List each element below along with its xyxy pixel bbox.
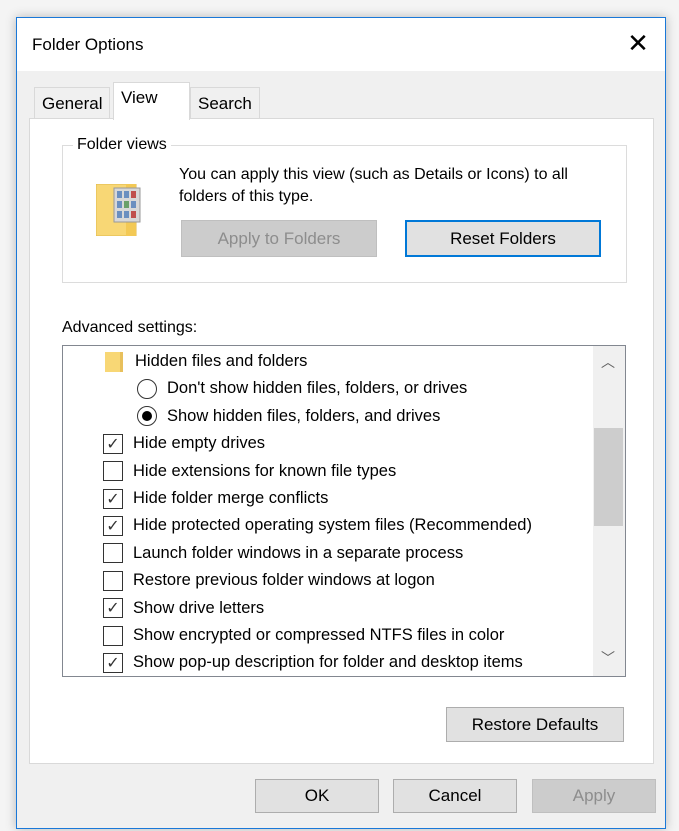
item-label: Show hidden files, folders, and drives: [167, 406, 441, 425]
item-label: Show pop-up description for folder and d…: [133, 653, 523, 672]
scrollbar[interactable]: ︿ ﹀: [593, 346, 625, 676]
title-bar: Folder Options ✕: [17, 18, 665, 71]
checkbox-icon[interactable]: [103, 543, 123, 564]
checkbox-item[interactable]: Launch folder windows in a separate proc…: [103, 540, 463, 567]
radio-selected-icon[interactable]: [137, 406, 157, 427]
ok-button[interactable]: OK: [255, 779, 379, 813]
settings-group-header: Hidden files and folders: [105, 348, 307, 375]
close-icon[interactable]: ✕: [623, 28, 653, 58]
checkbox-item[interactable]: Restore previous folder windows at logon: [103, 567, 435, 594]
folder-icon: [105, 351, 123, 372]
checkbox-checked-icon[interactable]: ✓: [103, 515, 123, 536]
folder-views-label: Folder views: [73, 136, 171, 154]
radio-icon[interactable]: [137, 378, 157, 399]
item-label: Hidden files and folders: [135, 352, 308, 370]
view-tab-panel: Folder views You can apply this view (su…: [29, 118, 654, 764]
tab-search[interactable]: Search: [190, 87, 260, 119]
folder-views-group: Folder views You can apply this view (su…: [62, 136, 627, 283]
cancel-button[interactable]: Cancel: [393, 779, 517, 813]
item-label: Show encrypted or compressed NTFS files …: [133, 626, 505, 644]
checkbox-icon[interactable]: [103, 461, 123, 482]
checkbox-icon[interactable]: [103, 570, 123, 591]
checkbox-item[interactable]: ✓ Show drive letters: [103, 595, 264, 622]
tab-view[interactable]: View: [113, 82, 190, 120]
item-label: Restore previous folder windows at logon: [133, 571, 435, 590]
checkbox-item[interactable]: ✓ Hide empty drives: [103, 430, 265, 457]
checkbox-checked-icon[interactable]: ✓: [103, 652, 123, 673]
item-label: Hide extensions for known file types: [133, 461, 397, 480]
advanced-settings-label: Advanced settings:: [62, 319, 198, 336]
checkbox-item[interactable]: ✓ Hide protected operating system files (…: [103, 512, 532, 539]
scroll-down-icon[interactable]: ﹀: [593, 648, 623, 668]
scroll-up-icon[interactable]: ︿: [593, 352, 623, 372]
radio-item[interactable]: Don't show hidden files, folders, or dri…: [137, 375, 467, 402]
checkbox-item[interactable]: ✓ Show pop-up description for folder and …: [103, 649, 523, 676]
item-label: Show drive letters: [133, 598, 265, 617]
scrollbar-thumb[interactable]: [594, 428, 623, 526]
folder-view-icon: [96, 184, 141, 236]
advanced-settings-list[interactable]: ︿ ﹀ Hidden files and folders Don't show h…: [62, 345, 626, 677]
checkbox-checked-icon[interactable]: ✓: [103, 488, 123, 509]
checkbox-item[interactable]: Show encrypted or compressed NTFS files …: [103, 622, 504, 649]
reset-folders-button[interactable]: Reset Folders: [405, 220, 601, 257]
restore-defaults-button[interactable]: Restore Defaults: [446, 707, 624, 742]
checkbox-icon[interactable]: [103, 625, 123, 646]
checkbox-item[interactable]: Hide extensions for known file types: [103, 458, 396, 485]
item-label: Launch folder windows in a separate proc…: [133, 543, 464, 562]
apply-button[interactable]: Apply: [532, 779, 656, 813]
checkbox-checked-icon[interactable]: ✓: [103, 433, 123, 454]
item-label: Hide empty drives: [133, 434, 266, 453]
checkbox-checked-icon[interactable]: ✓: [103, 598, 123, 619]
folder-views-description: You can apply this view (such as Details…: [179, 166, 568, 205]
window-title: Folder Options: [32, 35, 144, 54]
tab-general[interactable]: General: [34, 87, 111, 119]
radio-item[interactable]: Show hidden files, folders, and drives: [137, 403, 440, 430]
item-label: Hide folder merge conflicts: [133, 489, 329, 507]
checkbox-item[interactable]: ✓ Hide folder merge conflicts: [103, 485, 328, 512]
item-label: Hide protected operating system files (R…: [133, 516, 532, 535]
apply-to-folders-button[interactable]: Apply to Folders: [181, 220, 377, 257]
item-label: Don't show hidden files, folders, or dri…: [167, 379, 468, 398]
folder-options-dialog: Folder Options ✕ General View Search Fol…: [16, 17, 666, 829]
